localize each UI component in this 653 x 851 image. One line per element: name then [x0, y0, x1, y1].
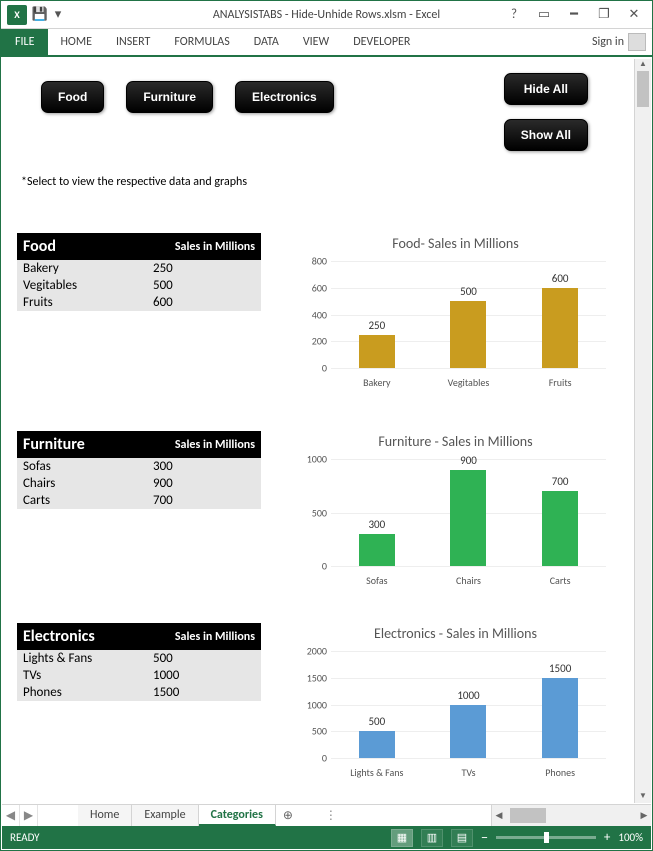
electronics-header: Electronics [17, 623, 101, 650]
food-chart: Food- Sales in Millions02004006008002505… [291, 233, 620, 393]
chart-title: Electronics - Sales in Millions [291, 623, 620, 642]
food-header: Food [17, 233, 62, 260]
view-pagelayout-icon[interactable]: ▥ [421, 829, 443, 847]
hide-all-button[interactable]: Hide All [504, 73, 588, 105]
show-all-button[interactable]: Show All [504, 119, 588, 151]
zoom-out-icon[interactable]: − [481, 829, 488, 846]
sheet-tab-home[interactable]: Home [78, 805, 132, 826]
food-sales-header: Sales in Millions [169, 233, 261, 260]
titlebar: X 💾 ▾ ANALYSISTABS - Hide-Unhide Rows.xl… [1, 1, 652, 29]
horizontal-scrollbar[interactable]: ◀ ▶ [491, 805, 651, 826]
electronics-table: Electronics Sales in Millions Lights & F… [17, 623, 261, 783]
chart-title: Food- Sales in Millions [291, 233, 620, 252]
sheet-tab-categories[interactable]: Categories [199, 804, 276, 826]
file-tab[interactable]: FILE [1, 29, 48, 55]
help-icon[interactable]: ? [500, 4, 528, 26]
scroll-up-icon[interactable]: ▲ [635, 59, 651, 71]
sheet-tab-bar: ◀ ▶ Home Example Categories ⊕ ⋮ ◀ ▶ [2, 804, 651, 826]
tab-data[interactable]: DATA [242, 29, 291, 55]
tab-next-icon[interactable]: ▶ [20, 805, 38, 826]
table-row: Fruits600 [17, 294, 261, 311]
window-title: ANALYSISTABS - Hide-Unhide Rows.xlsm - E… [213, 8, 440, 22]
hint-text: *Select to view the respective data and … [3, 157, 634, 199]
ribbon: FILE HOME INSERT FORMULAS DATA VIEW DEVE… [1, 29, 652, 57]
zoom-slider[interactable] [496, 836, 596, 839]
table-row: Bakery250 [17, 260, 261, 277]
table-row: Carts700 [17, 492, 261, 509]
food-button[interactable]: Food [41, 81, 104, 113]
food-section: Food Sales in Millions Bakery250 Vegitab… [3, 229, 634, 397]
worksheet: Food Furniture Electronics Hide All Show… [3, 59, 634, 803]
excel-icon: X [7, 5, 27, 25]
tab-home[interactable]: HOME [48, 29, 104, 55]
button-row: Food Furniture Electronics Hide All Show… [3, 59, 634, 157]
minimize-icon[interactable]: ━ [560, 4, 588, 26]
close-icon[interactable]: ✕ [620, 4, 648, 26]
hscroll-left-icon[interactable]: ◀ [492, 805, 506, 826]
furniture-header: Furniture [17, 431, 91, 458]
vertical-scrollbar[interactable]: ▲ ▼ [634, 59, 651, 803]
status-bar: READY ▦ ▥ ▤ − + 100% [2, 826, 651, 849]
ribbon-display-icon[interactable]: ▭ [530, 4, 558, 26]
furniture-table: Furniture Sales in Millions Sofas300 Cha… [17, 431, 261, 591]
table-row: TVs1000 [17, 667, 261, 684]
restore-icon[interactable]: ❐ [590, 4, 618, 26]
tab-insert[interactable]: INSERT [104, 29, 162, 55]
view-normal-icon[interactable]: ▦ [391, 829, 413, 847]
scroll-down-icon[interactable]: ▼ [635, 791, 651, 803]
status-ready: READY [10, 831, 40, 844]
tab-formulas[interactable]: FORMULAS [162, 29, 241, 55]
view-pagebreak-icon[interactable]: ▤ [451, 829, 473, 847]
food-table: Food Sales in Millions Bakery250 Vegitab… [17, 233, 261, 393]
electronics-button[interactable]: Electronics [235, 81, 334, 113]
electronics-section: Electronics Sales in Millions Lights & F… [3, 619, 634, 787]
table-row: Sofas300 [17, 458, 261, 475]
table-row: Chairs900 [17, 475, 261, 492]
zoom-in-icon[interactable]: + [604, 830, 610, 845]
tab-prev-icon[interactable]: ◀ [2, 805, 20, 826]
furniture-button[interactable]: Furniture [126, 81, 213, 113]
electronics-chart: Electronics - Sales in Millions050010001… [291, 623, 620, 783]
chart-title: Furniture - Sales in Millions [291, 431, 620, 450]
table-row: Vegitables500 [17, 277, 261, 294]
scrollbar-thumb[interactable] [637, 71, 649, 107]
furniture-sales-header: Sales in Millions [169, 431, 261, 458]
signin-label: Sign in [592, 35, 624, 49]
furniture-section: Furniture Sales in Millions Sofas300 Cha… [3, 427, 634, 595]
zoom-value[interactable]: 100% [618, 831, 643, 844]
qat-dropdown-icon[interactable]: ▾ [51, 8, 65, 22]
sheet-tab-example[interactable]: Example [132, 805, 198, 826]
electronics-sales-header: Sales in Millions [169, 623, 261, 650]
table-row: Phones1500 [17, 684, 261, 701]
hscroll-right-icon[interactable]: ▶ [637, 805, 651, 826]
tab-developer[interactable]: DEVELOPER [341, 29, 422, 55]
new-sheet-icon[interactable]: ⊕ [276, 805, 300, 826]
tab-view[interactable]: VIEW [291, 29, 341, 55]
save-icon[interactable]: 💾 [33, 8, 47, 22]
tab-divider-icon[interactable]: ⋮ [322, 805, 340, 826]
signin[interactable]: Sign in [586, 29, 652, 55]
avatar-icon [628, 33, 646, 51]
hscroll-thumb[interactable] [510, 808, 546, 823]
table-row: Lights & Fans500 [17, 650, 261, 667]
furniture-chart: Furniture - Sales in Millions05001000300… [291, 431, 620, 591]
